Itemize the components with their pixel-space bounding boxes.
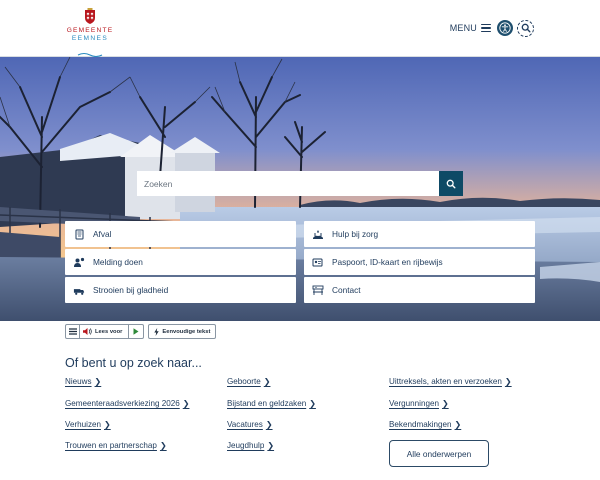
tile-label: Paspoort, ID-kaart en rijbewijs — [332, 257, 443, 267]
hamburger-icon[interactable] — [481, 24, 491, 32]
link-label: Geboorte — [227, 377, 261, 386]
section-title: Of bent u op zoek naar... — [65, 356, 202, 370]
link-label: Vacatures — [227, 420, 263, 429]
hero-section: Afval Hulp bij zorg Melding doen Paspoor… — [0, 57, 600, 321]
link-label: Gemeenteraadsverkiezing 2026 — [65, 399, 180, 408]
tile-label: Afval — [93, 229, 112, 239]
listen-label: Lees voor — [95, 328, 123, 335]
accessibility-icon — [499, 22, 511, 34]
link-label: Trouwen en partnerschap — [65, 441, 157, 450]
tile-melding-doen[interactable]: Melding doen — [65, 249, 296, 275]
link-label: Verhuizen — [65, 420, 101, 429]
link-trouwen[interactable]: Trouwen en partnerschap ❯ — [65, 441, 167, 450]
chevron-right-icon: ❯ — [265, 420, 273, 429]
tile-label: Hulp bij zorg — [332, 229, 379, 239]
easy-text-label: Eenvoudige tekst — [162, 328, 211, 335]
salt-truck-icon — [73, 284, 85, 296]
link-label: Nieuws — [65, 377, 92, 386]
tile-label: Strooien bij gladheid — [93, 285, 169, 295]
link-verhuizen[interactable]: Verhuizen ❯ — [65, 420, 111, 429]
chevron-right-icon: ❯ — [454, 420, 462, 429]
link-label: Bijstand en geldzaken — [227, 399, 307, 408]
chevron-right-icon: ❯ — [441, 399, 449, 408]
link-label: Vergunningen — [389, 399, 439, 408]
link-uittreksels[interactable]: Uittreksels, akten en verzoeken ❯ — [389, 377, 512, 386]
link-jeugdhulp[interactable]: Jeugdhulp ❯ — [227, 441, 274, 450]
search-submit-button[interactable] — [439, 171, 463, 196]
link-label: Bekendmakingen — [389, 420, 452, 429]
hero-search — [137, 171, 463, 196]
tile-hulp-bij-zorg[interactable]: Hulp bij zorg — [304, 221, 535, 247]
chevron-right-icon: ❯ — [504, 377, 512, 386]
link-gemeenteraadsverkiezing[interactable]: Gemeenteraadsverkiezing 2026 ❯ — [65, 399, 189, 408]
chevron-right-icon: ❯ — [263, 377, 271, 386]
link-nieuws[interactable]: Nieuws ❯ — [65, 377, 101, 386]
link-label: Uittreksels, akten en verzoeken — [389, 377, 502, 386]
play-icon — [133, 328, 139, 335]
search-icon — [446, 179, 456, 188]
menu-label[interactable]: MENU — [450, 23, 477, 33]
chevron-right-icon: ❯ — [267, 441, 275, 450]
chevron-right-icon: ❯ — [309, 399, 316, 408]
readspeaker-bar: Lees voor Eenvoudige tekst — [65, 324, 217, 339]
tile-paspoort[interactable]: Paspoort, ID-kaart en rijbewijs — [304, 249, 535, 275]
link-vacatures[interactable]: Vacatures ❯ — [227, 420, 273, 429]
contact-desk-icon — [312, 284, 324, 296]
speaker-icon — [83, 328, 92, 335]
site-header: GEMEENTE EEMNES MENU — [0, 0, 600, 58]
header-actions: MENU — [450, 19, 534, 37]
waste-bin-icon — [73, 228, 85, 240]
lightning-icon — [154, 327, 160, 336]
listen-button[interactable]: Lees voor — [80, 325, 130, 338]
tile-label: Contact — [332, 285, 361, 295]
chevron-right-icon: ❯ — [94, 377, 102, 386]
id-card-icon — [312, 256, 324, 268]
chevron-right-icon: ❯ — [159, 441, 167, 450]
care-hands-icon — [312, 228, 324, 240]
logo-wave-icon — [77, 44, 103, 58]
link-geboorte[interactable]: Geboorte ❯ — [227, 377, 270, 386]
link-label: Jeugdhulp — [227, 441, 265, 450]
link-bijstand[interactable]: Bijstand en geldzaken ❯ — [227, 399, 316, 408]
tile-contact[interactable]: Contact — [304, 277, 535, 303]
tile-label: Melding doen — [93, 257, 143, 267]
chevron-right-icon: ❯ — [182, 399, 190, 408]
play-button[interactable] — [129, 325, 143, 338]
menu-icon — [68, 328, 77, 335]
link-bekendmakingen[interactable]: Bekendmakingen ❯ — [389, 420, 461, 429]
easy-text-button[interactable]: Eenvoudige tekst — [148, 324, 217, 339]
all-topics-button[interactable]: Alle onderwerpen — [389, 440, 489, 467]
crest-icon — [84, 8, 96, 24]
accessibility-button[interactable] — [497, 20, 513, 36]
municipality-logo[interactable]: GEMEENTE EEMNES — [64, 8, 116, 58]
report-person-icon — [73, 256, 85, 268]
tile-strooien[interactable]: Strooien bij gladheid — [65, 277, 296, 303]
search-input[interactable] — [137, 171, 439, 196]
tile-afval[interactable]: Afval — [65, 221, 296, 247]
chevron-right-icon: ❯ — [104, 420, 111, 429]
search-icon — [521, 23, 530, 33]
read-aloud-group: Lees voor — [65, 324, 145, 339]
logo-wordmark-top: GEMEENTE — [66, 27, 114, 34]
header-search-button[interactable] — [517, 19, 534, 37]
readspeaker-menu-button[interactable] — [66, 325, 80, 338]
logo-wordmark-bottom: EEMNES — [71, 35, 109, 42]
link-vergunningen[interactable]: Vergunningen ❯ — [389, 399, 449, 408]
